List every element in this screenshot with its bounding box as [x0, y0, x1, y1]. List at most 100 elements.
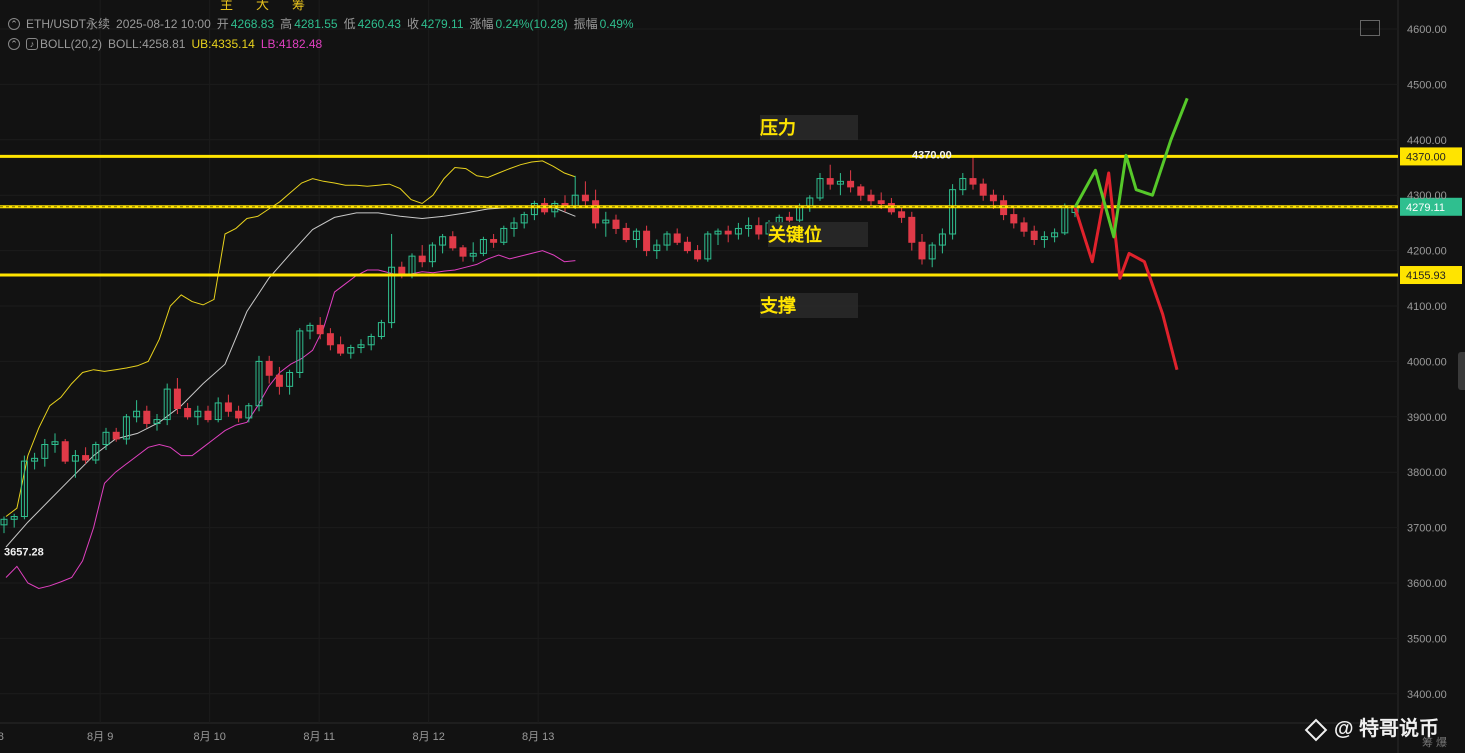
y-tick-label: 3500.00 [1407, 633, 1447, 645]
candle-down [581, 194, 589, 202]
candle-down [989, 194, 997, 202]
chart-header: ⌃ ETH/USDT永续 2025-08-12 10:00 开 4268.83 高… [0, 14, 640, 54]
annotation-text-resistance: 压力 [760, 118, 796, 139]
collapse-icon[interactable]: ⌃ [8, 18, 20, 30]
candle-down [622, 227, 630, 241]
x-tick-label: 8月 10 [193, 731, 225, 743]
candle-down [326, 333, 334, 346]
y-tick-label: 4400.00 [1407, 135, 1447, 147]
candle-down [449, 236, 457, 249]
candle-down [612, 219, 620, 229]
y-tick-label: 3700.00 [1407, 523, 1447, 535]
candle-down [204, 410, 212, 421]
candle-down [275, 374, 283, 387]
level-tag-text-resistance: 4370.00 [1406, 151, 1446, 163]
candle-down [184, 407, 192, 418]
candle-down [755, 225, 763, 235]
x-tick-label: 8月 9 [87, 731, 113, 743]
candle-down [490, 239, 498, 243]
x-tick-label: 8月 8 [0, 731, 4, 743]
y-tick-label: 4500.00 [1407, 79, 1447, 91]
candle-down [61, 441, 69, 462]
candle-down [235, 410, 243, 419]
tab-main[interactable]: 主 [220, 0, 233, 13]
y-tick-label: 3600.00 [1407, 578, 1447, 590]
amplitude-label: 振幅 [573, 17, 598, 31]
level-tag-text-support: 4155.93 [1406, 270, 1446, 282]
candle-down [898, 211, 906, 218]
change-value: 0.24%(10.28) [495, 17, 568, 31]
symbol-label[interactable]: ETH/USDT永续 [26, 14, 110, 34]
y-tick-label: 3400.00 [1407, 689, 1447, 701]
y-tick-label: 4200.00 [1407, 246, 1447, 258]
candle-down [112, 431, 120, 440]
price-mark: 3657.28 [4, 546, 44, 558]
side-panel-handle[interactable] [1458, 352, 1465, 390]
candle-down [592, 200, 600, 224]
candle-down [337, 344, 345, 354]
boll-mid-value: BOLL:4258.81 [108, 37, 186, 51]
fullscreen-icon[interactable] [1360, 20, 1380, 36]
candle-down [143, 410, 151, 424]
candle-down [683, 241, 691, 252]
y-tick-label: 4100.00 [1407, 301, 1447, 313]
datetime-label: 2025-08-12 10:00 [116, 17, 211, 31]
y-tick-label: 3800.00 [1407, 467, 1447, 479]
price-mark: 4370.00 [912, 149, 952, 161]
candle-down [826, 178, 834, 185]
drawing-toolbar: 主 大 筹 [0, 0, 760, 12]
candle-down [82, 455, 90, 461]
candle-down [418, 255, 426, 263]
candle-down [316, 324, 324, 335]
candle-down [969, 178, 977, 185]
corner-tabs: 筹 爆 [1422, 737, 1448, 749]
candle-down [173, 388, 181, 409]
candle-down [224, 402, 232, 412]
low-label: 低 [343, 17, 356, 31]
candle-down [459, 247, 467, 257]
candle-down [867, 194, 875, 202]
close-label: 收 [406, 17, 419, 31]
low-value: 4260.43 [357, 17, 401, 31]
tab-chips[interactable]: 筹 [292, 0, 305, 13]
ohlc-row: ⌃ ETH/USDT永续 2025-08-12 10:00 开 4268.83 高… [0, 14, 640, 34]
boll-name[interactable]: BOLL(20,2) [40, 34, 102, 54]
boll-row: ⌃ ♪ BOLL(20,2) BOLL:4258.81 UB:4335.14 L… [0, 34, 640, 54]
tab-large[interactable]: 大 [256, 0, 269, 13]
candle-down [694, 250, 702, 260]
y-tick-label: 3900.00 [1407, 412, 1447, 424]
annotation-text-pivot: 关键位 [768, 224, 822, 246]
candle-down [979, 183, 987, 196]
candle-down [265, 360, 273, 376]
chart-background [0, 0, 1465, 753]
x-tick-label: 8月 11 [303, 731, 335, 743]
watermark: @ 特哥说币 [1304, 712, 1439, 742]
collapse-indicator-icon[interactable]: ⌃ [8, 38, 20, 50]
boll-lb-value: LB:4182.48 [260, 37, 323, 51]
candle-down [918, 241, 926, 260]
amplitude-value: 0.49% [599, 17, 634, 31]
candle-down [1030, 230, 1038, 241]
bell-icon[interactable]: ♪ [26, 38, 38, 50]
candle-down [877, 200, 885, 205]
candle-down [1020, 222, 1028, 232]
open-value: 4268.83 [230, 17, 275, 31]
candle-down [847, 180, 855, 188]
open-label: 开 [216, 17, 229, 31]
candle-down [908, 216, 916, 243]
level-tag-text-pivot: 4279.11 [1406, 202, 1445, 214]
candle-down [724, 230, 732, 235]
binance-logo-icon [1304, 718, 1328, 742]
annotation-text-support: 支撑 [759, 295, 796, 317]
y-tick-label: 4600.00 [1407, 24, 1447, 36]
price-chart[interactable]: 4370.00 4279.11 4155.93 压力关键位支撑 4600.00 4500… [0, 0, 1465, 753]
y-tick-label: 4300.00 [1407, 190, 1447, 202]
y-tick-label: 4000.00 [1407, 356, 1447, 368]
candle-down [785, 216, 793, 221]
high-value: 4281.55 [294, 17, 338, 31]
candle-down [673, 233, 681, 243]
x-tick-label: 8月 13 [522, 731, 554, 743]
close-value: 4279.11 [421, 17, 464, 31]
high-label: 高 [280, 17, 293, 31]
candle-down [857, 186, 865, 196]
